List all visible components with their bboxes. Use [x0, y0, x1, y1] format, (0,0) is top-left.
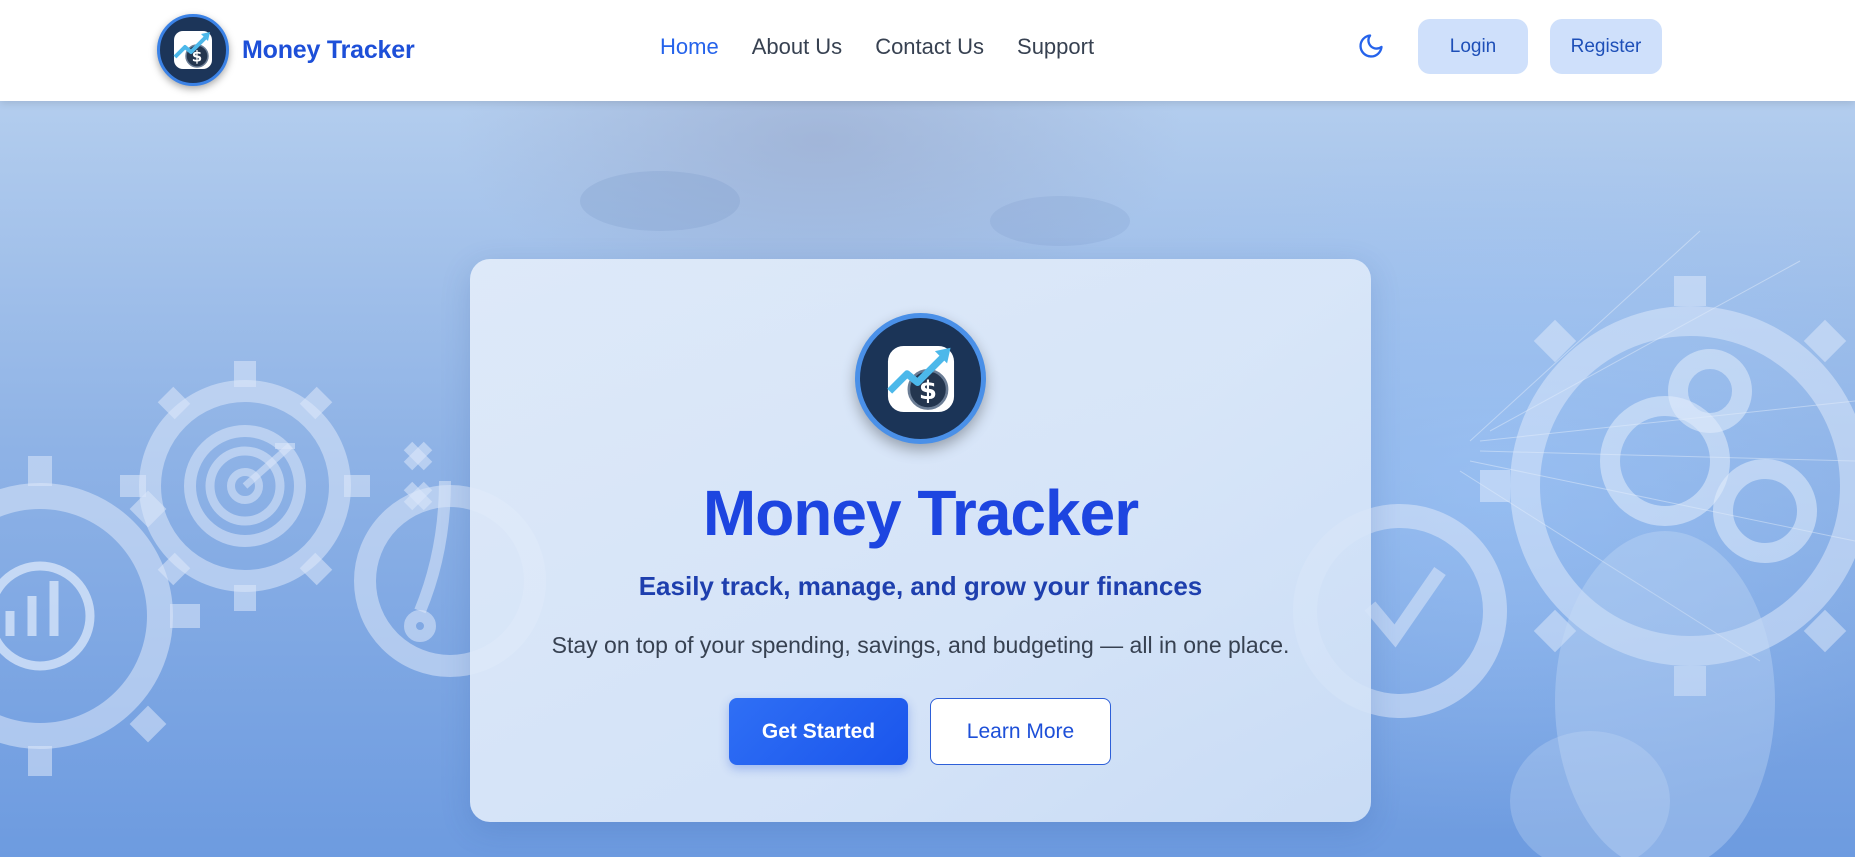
nav-about-us[interactable]: About Us [752, 28, 843, 66]
hero-title: Money Tracker [702, 477, 1139, 549]
bar-chart-icon [0, 561, 95, 671]
get-started-button[interactable]: Get Started [729, 698, 908, 765]
moon-icon [1359, 34, 1383, 58]
gear-icon [0, 483, 173, 749]
nav-contact-us[interactable]: Contact Us [875, 28, 984, 66]
theme-toggle-button[interactable] [1355, 30, 1387, 62]
hero-card: $ Money Tracker Easily track, manage, an… [470, 259, 1371, 822]
nav-support[interactable]: Support [1017, 28, 1094, 66]
hero-description: Stay on top of your spending, savings, a… [551, 632, 1290, 658]
top-navbar: $ Money Tracker Home About Us Contact Us… [0, 0, 1855, 101]
learn-more-button[interactable]: Learn More [930, 698, 1111, 765]
brand[interactable]: $ Money Tracker [157, 7, 415, 93]
hero-subtitle: Easily track, manage, and grow your fina… [638, 571, 1203, 601]
brand-name: Money Tracker [242, 35, 415, 64]
money-tracker-logo-icon: $ [157, 14, 229, 86]
money-tracker-logo-icon: $ [855, 313, 986, 444]
nav-home[interactable]: Home [660, 28, 719, 66]
main-nav: Home About Us Contact Us Support [660, 28, 1127, 66]
target-icon [139, 380, 351, 592]
login-button[interactable]: Login [1418, 19, 1528, 74]
register-button[interactable]: Register [1550, 19, 1662, 74]
